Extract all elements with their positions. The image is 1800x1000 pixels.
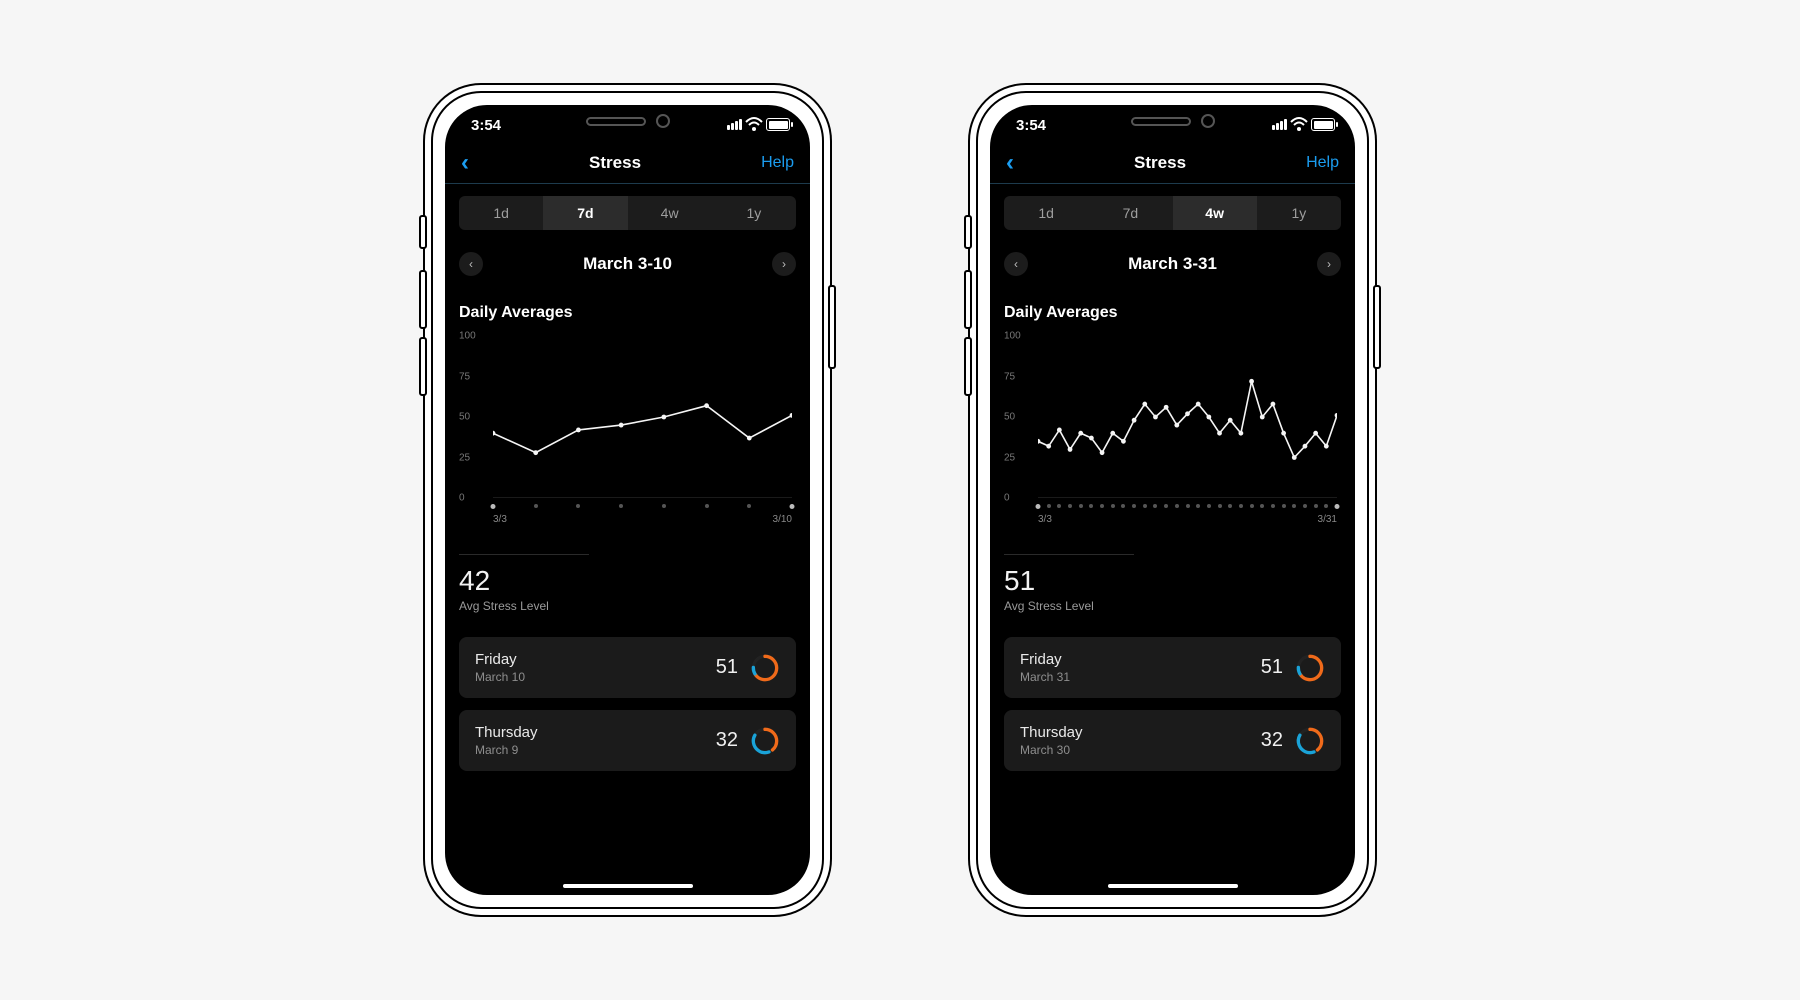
wifi-icon [746, 119, 762, 131]
card-day: Thursday [475, 724, 538, 741]
card-date: March 30 [1020, 743, 1083, 757]
volume-down-button [419, 337, 427, 396]
cellular-icon [1272, 119, 1287, 130]
time-range-segments: 1d 7d 4w 1y [459, 196, 796, 230]
card-day: Friday [475, 651, 525, 668]
volume-up-button [964, 270, 972, 329]
front-camera [656, 114, 670, 128]
help-link[interactable]: Help [761, 154, 794, 172]
day-card[interactable]: Thursday March 9 32 [459, 710, 796, 771]
card-value: 51 [716, 656, 738, 679]
stress-ring-icon [750, 653, 780, 683]
x-axis-start: 3/3 [1038, 514, 1052, 525]
power-button [1373, 285, 1381, 369]
segment-4w[interactable]: 4w [628, 196, 712, 230]
segment-1d[interactable]: 1d [459, 196, 543, 230]
battery-icon [1311, 118, 1335, 131]
section-title: Daily Averages [459, 304, 796, 322]
status-indicators [1272, 118, 1335, 131]
stress-ring-icon [750, 726, 780, 756]
day-card[interactable]: Friday March 31 51 [1004, 637, 1341, 698]
card-date: March 9 [475, 743, 538, 757]
mute-switch [419, 215, 427, 249]
mute-switch [964, 215, 972, 249]
notch [536, 105, 720, 137]
date-range: March 3-31 [1128, 254, 1217, 274]
status-time: 3:54 [471, 117, 501, 134]
card-value: 32 [716, 729, 738, 752]
power-button [828, 285, 836, 369]
next-range-button[interactable]: › [1317, 252, 1341, 276]
section-title: Daily Averages [1004, 304, 1341, 322]
segment-4w[interactable]: 4w [1173, 196, 1257, 230]
home-indicator[interactable] [563, 884, 693, 888]
avg-summary: 51 Avg Stress Level [1004, 554, 1134, 613]
page-title: Stress [589, 153, 641, 173]
segment-1y[interactable]: 1y [712, 196, 796, 230]
card-value: 51 [1261, 656, 1283, 679]
day-card[interactable]: Thursday March 30 32 [1004, 710, 1341, 771]
x-axis-end: 3/31 [1318, 514, 1337, 525]
phone-frame-left: 3:54 ‹ Stress Help 1d 7d 4w [425, 85, 830, 915]
avg-value: 42 [459, 565, 589, 597]
card-date: March 10 [475, 670, 525, 684]
help-link[interactable]: Help [1306, 154, 1339, 172]
wifi-icon [1291, 119, 1307, 131]
x-axis-start: 3/3 [493, 514, 507, 525]
status-indicators [727, 118, 790, 131]
volume-down-button [964, 337, 972, 396]
segment-1y[interactable]: 1y [1257, 196, 1341, 230]
card-value: 32 [1261, 729, 1283, 752]
avg-summary: 42 Avg Stress Level [459, 554, 589, 613]
battery-icon [766, 118, 790, 131]
daily-averages-chart[interactable]: 1007550250 3/3 3/10 [459, 336, 796, 526]
next-range-button[interactable]: › [772, 252, 796, 276]
prev-range-button[interactable]: ‹ [1004, 252, 1028, 276]
stress-ring-icon [1295, 726, 1325, 756]
home-indicator[interactable] [1108, 884, 1238, 888]
back-button[interactable]: ‹ [1006, 151, 1014, 175]
speaker-grille [1131, 117, 1191, 126]
phone-frame-right: 3:54 ‹ Stress Help 1d 7d 4w [970, 85, 1375, 915]
avg-label: Avg Stress Level [1004, 599, 1134, 613]
volume-up-button [419, 270, 427, 329]
avg-value: 51 [1004, 565, 1134, 597]
nav-header: ‹ Stress Help [990, 143, 1355, 184]
segment-7d[interactable]: 7d [1088, 196, 1172, 230]
segment-1d[interactable]: 1d [1004, 196, 1088, 230]
daily-averages-chart[interactable]: 1007550250 3/3 3/31 [1004, 336, 1341, 526]
stress-ring-icon [1295, 653, 1325, 683]
back-button[interactable]: ‹ [461, 151, 469, 175]
speaker-grille [586, 117, 646, 126]
prev-range-button[interactable]: ‹ [459, 252, 483, 276]
time-range-segments: 1d 7d 4w 1y [1004, 196, 1341, 230]
card-date: March 31 [1020, 670, 1070, 684]
notch [1081, 105, 1265, 137]
day-card[interactable]: Friday March 10 51 [459, 637, 796, 698]
segment-7d[interactable]: 7d [543, 196, 627, 230]
cellular-icon [727, 119, 742, 130]
date-range: March 3-10 [583, 254, 672, 274]
avg-label: Avg Stress Level [459, 599, 589, 613]
x-axis-end: 3/10 [773, 514, 792, 525]
status-time: 3:54 [1016, 117, 1046, 134]
card-day: Friday [1020, 651, 1070, 668]
page-title: Stress [1134, 153, 1186, 173]
card-day: Thursday [1020, 724, 1083, 741]
nav-header: ‹ Stress Help [445, 143, 810, 184]
front-camera [1201, 114, 1215, 128]
